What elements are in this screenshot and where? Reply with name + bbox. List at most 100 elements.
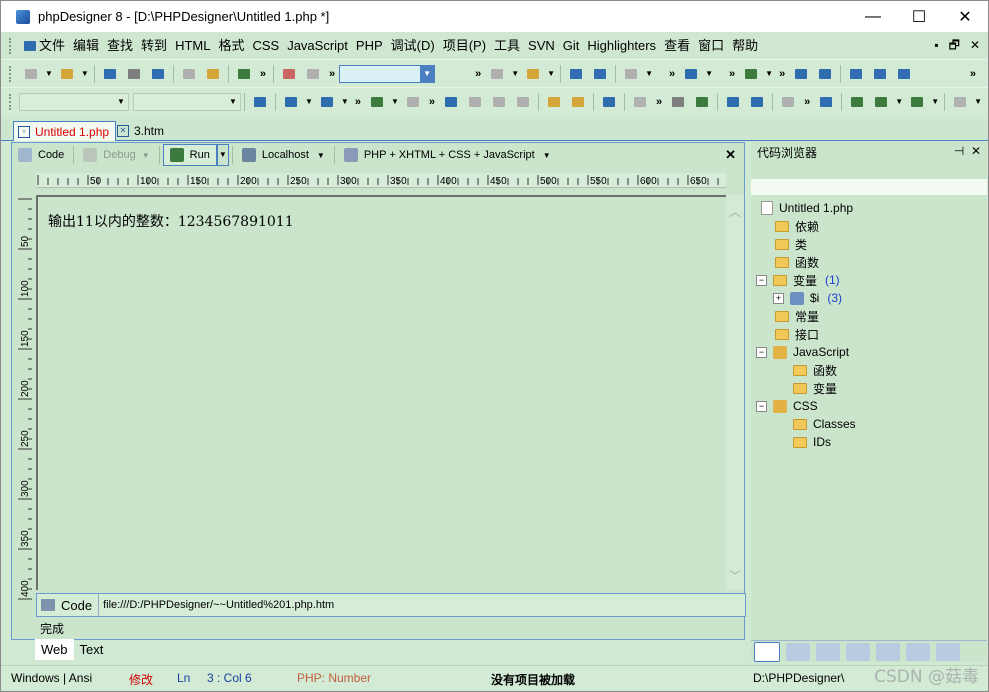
chevron-down-icon[interactable]: ▼ <box>45 69 53 78</box>
save-icon[interactable] <box>101 66 119 82</box>
run-arrow-icon[interactable] <box>368 94 386 110</box>
open-folder-icon[interactable] <box>58 66 76 82</box>
debug-step-icon[interactable] <box>872 94 890 110</box>
menu-svn[interactable]: SVN <box>524 32 559 59</box>
tree-node-variables[interactable]: − 变量 (1) <box>756 271 840 289</box>
file-tab-icon[interactable] <box>906 643 930 661</box>
chevron-down-icon[interactable]: ▼ <box>114 97 128 106</box>
search-combo[interactable]: ▼ <box>339 64 436 83</box>
chevron-down-icon[interactable]: ▼ <box>226 97 240 106</box>
window-1-icon[interactable] <box>792 66 810 82</box>
filter-field[interactable] <box>751 179 987 195</box>
tree-node-css[interactable]: − CSS <box>756 397 818 415</box>
tree-node[interactable]: 接口 <box>775 325 819 343</box>
overflow-chevron-icon[interactable]: » <box>970 68 976 80</box>
step-icon[interactable] <box>404 94 422 110</box>
comment-icon[interactable] <box>682 66 700 82</box>
overflow-chevron-icon[interactable]: » <box>804 96 810 108</box>
scroll-down-icon[interactable]: ﹀ <box>726 567 744 584</box>
tree-node[interactable]: IDs <box>793 433 831 451</box>
save-all-icon[interactable] <box>149 66 167 82</box>
scroll-up-icon[interactable]: ︿ <box>726 203 744 220</box>
tab-untitled-1[interactable]: ▫ Untitled 1.php <box>13 121 117 141</box>
tools-icon[interactable] <box>951 94 969 110</box>
tag-tab-icon[interactable] <box>936 643 960 661</box>
collapse-icon[interactable]: − <box>756 346 767 358</box>
menu-goto[interactable]: 转到 <box>137 32 171 59</box>
size-combo[interactable]: ▼ <box>133 92 241 111</box>
mdi-close-button[interactable]: ✕ <box>970 32 980 59</box>
overflow-chevron-icon[interactable]: » <box>475 68 481 80</box>
expand-icon[interactable]: + <box>773 292 784 304</box>
tree-node[interactable]: 函数 <box>793 361 837 379</box>
menu-find[interactable]: 查找 <box>103 32 137 59</box>
run-dropdown[interactable]: ▼ <box>216 144 229 166</box>
snippets-tab-icon[interactable] <box>846 643 870 661</box>
menu-highlighters[interactable]: Highlighters <box>583 32 660 59</box>
chevron-down-icon[interactable]: ▼ <box>81 69 89 78</box>
menu-javascript[interactable]: JavaScript <box>283 32 352 59</box>
overflow-chevron-icon[interactable]: » <box>779 68 785 80</box>
cascade-icon[interactable] <box>895 66 913 82</box>
minimize-button[interactable]: — <box>850 1 896 32</box>
preview-icon[interactable] <box>600 94 618 110</box>
mdi-minimize-button[interactable]: ▪ <box>934 32 938 59</box>
list-icon[interactable] <box>748 94 766 110</box>
menu-window[interactable]: 窗口 <box>694 32 728 59</box>
frame-icon[interactable] <box>779 94 797 110</box>
image-icon[interactable] <box>693 94 711 110</box>
form-icon[interactable] <box>318 94 336 110</box>
close-panel-icon[interactable]: ✕ <box>971 144 981 158</box>
toolbar-grip[interactable] <box>9 37 15 54</box>
app-menu-icon[interactable] <box>21 38 36 54</box>
cut-icon[interactable] <box>280 66 298 82</box>
close-button[interactable]: ✕ <box>942 1 988 32</box>
menu-php[interactable]: PHP <box>352 32 387 59</box>
bookmark-icon[interactable] <box>488 66 506 82</box>
spell-check-icon[interactable] <box>569 94 587 110</box>
tree-node[interactable]: 依赖 <box>775 217 819 235</box>
font-combo[interactable]: ▼ <box>19 92 129 111</box>
back-arrow-icon[interactable] <box>622 66 640 82</box>
menu-debug[interactable]: 调试(D) <box>387 32 439 59</box>
overflow-chevron-icon[interactable]: » <box>669 68 675 80</box>
overflow-chevron-icon[interactable]: » <box>355 96 361 108</box>
collapse-icon[interactable]: − <box>756 274 767 286</box>
debug-button[interactable]: Debug ▼ <box>77 145 155 165</box>
overflow-chevron-icon[interactable]: » <box>656 96 662 108</box>
tree-root[interactable]: Untitled 1.php <box>761 199 853 217</box>
menu-html[interactable]: HTML <box>171 32 214 59</box>
tree-node[interactable]: 函数 <box>775 253 819 271</box>
hand-icon[interactable] <box>545 94 563 110</box>
tab-3-htm[interactable]: ✕ 3.htm <box>113 121 170 140</box>
web-preview[interactable]: 输出11以内的整数：1234567891011 <box>36 195 726 590</box>
mode-button[interactable]: PHP + XHTML + CSS + JavaScript ▼ <box>338 145 557 165</box>
mdi-restore-button[interactable]: 🗗 <box>949 32 960 59</box>
overflow-chevron-icon[interactable]: » <box>260 68 266 80</box>
swap-icon[interactable] <box>251 94 269 110</box>
pin-icon[interactable]: ⊣ <box>954 144 964 158</box>
filter-next-icon[interactable] <box>591 66 609 82</box>
outdent-icon[interactable] <box>466 94 484 110</box>
filter-icon[interactable] <box>567 66 585 82</box>
edit-tab-icon[interactable] <box>786 643 810 661</box>
tree-node-var-i[interactable]: + $i (3) <box>773 289 842 307</box>
table-icon[interactable] <box>282 94 300 110</box>
menu-css[interactable]: CSS <box>248 32 283 59</box>
code-button[interactable]: Code <box>12 145 70 165</box>
overflow-chevron-icon[interactable]: » <box>329 68 335 80</box>
split-horizontal-icon[interactable] <box>847 66 865 82</box>
url-code-button[interactable]: Code <box>37 594 100 616</box>
debug-run-icon[interactable] <box>848 94 866 110</box>
web-tab-icon[interactable] <box>876 643 900 661</box>
collapse-icon[interactable]: − <box>756 400 767 412</box>
close-editor-icon[interactable]: ✕ <box>725 147 736 163</box>
vertical-scrollbar[interactable]: ︿ ﹀ <box>726 195 744 590</box>
menu-git[interactable]: Git <box>559 32 584 59</box>
localhost-button[interactable]: Localhost ▼ <box>236 145 331 165</box>
export-icon[interactable] <box>631 94 649 110</box>
tab-text[interactable]: Text <box>74 639 110 660</box>
menu-help[interactable]: 帮助 <box>728 32 762 59</box>
menu-edit[interactable]: 编辑 <box>69 32 103 59</box>
debug-options-icon[interactable] <box>908 94 926 110</box>
